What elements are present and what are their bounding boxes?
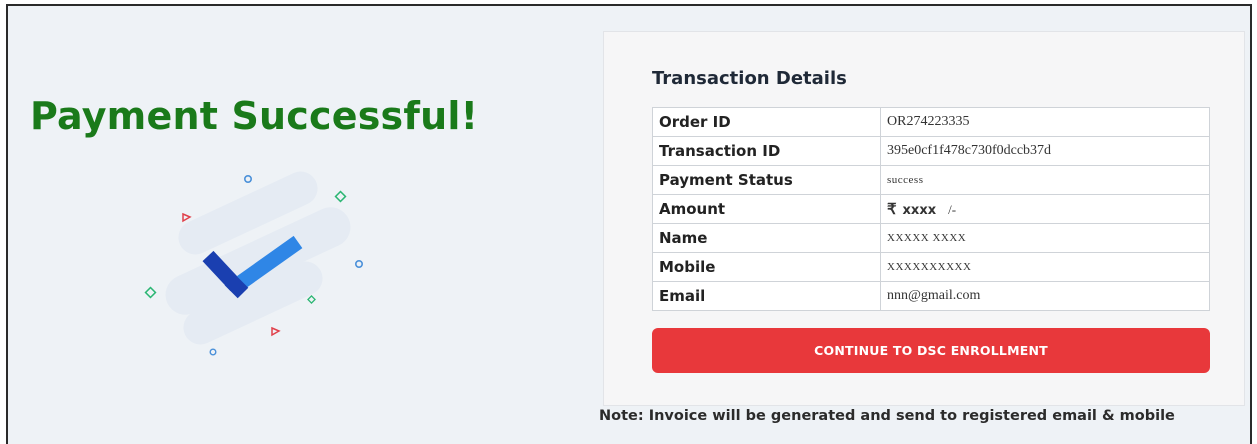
success-check-icon bbox=[144, 171, 364, 356]
table-row: Transaction ID 395e0cf1f478c730f0dccb37d bbox=[652, 136, 1210, 166]
name-label: Name bbox=[652, 223, 881, 253]
rupee-symbol: ₹ bbox=[887, 201, 897, 218]
transaction-details-title: Transaction Details bbox=[652, 68, 847, 89]
email-label: Email bbox=[652, 281, 881, 311]
payment-status-value: success bbox=[880, 165, 1210, 195]
transaction-id-value: 395e0cf1f478c730f0dccb37d bbox=[880, 136, 1210, 166]
amount-suffix: /- bbox=[948, 201, 957, 217]
continue-dsc-enrollment-button[interactable]: CONTINUE TO DSC ENROLLMENT bbox=[652, 328, 1210, 373]
email-value: nnn@gmail.com bbox=[880, 281, 1210, 311]
name-value: XXXXX XXXX bbox=[880, 223, 1210, 253]
payment-status-label: Payment Status bbox=[652, 165, 881, 195]
transaction-details-table: Order ID OR274223335 Transaction ID 395e… bbox=[652, 107, 1210, 311]
invoice-note: Note: Invoice will be generated and send… bbox=[599, 408, 1175, 424]
order-id-value: OR274223335 bbox=[880, 107, 1210, 137]
transaction-id-label: Transaction ID bbox=[652, 136, 881, 166]
amount-value-cell: ₹ xxxx /- bbox=[880, 194, 1210, 224]
table-row: Order ID OR274223335 bbox=[652, 107, 1210, 137]
transaction-card: Transaction Details Order ID OR274223335… bbox=[603, 31, 1245, 406]
table-row: Payment Status success bbox=[652, 165, 1210, 195]
amount-value: xxxx bbox=[902, 202, 937, 218]
table-row: Amount ₹ xxxx /- bbox=[652, 194, 1210, 224]
page-title: Payment Successful! bbox=[30, 94, 479, 138]
page-frame: Payment Successful! Transaction Details … bbox=[6, 4, 1252, 444]
amount-label: Amount bbox=[652, 194, 881, 224]
mobile-label: Mobile bbox=[652, 252, 881, 282]
mobile-value: XXXXXXXXXX bbox=[880, 252, 1210, 282]
table-row: Email nnn@gmail.com bbox=[652, 281, 1210, 311]
table-row: Mobile XXXXXXXXXX bbox=[652, 252, 1210, 282]
order-id-label: Order ID bbox=[652, 107, 881, 137]
table-row: Name XXXXX XXXX bbox=[652, 223, 1210, 253]
